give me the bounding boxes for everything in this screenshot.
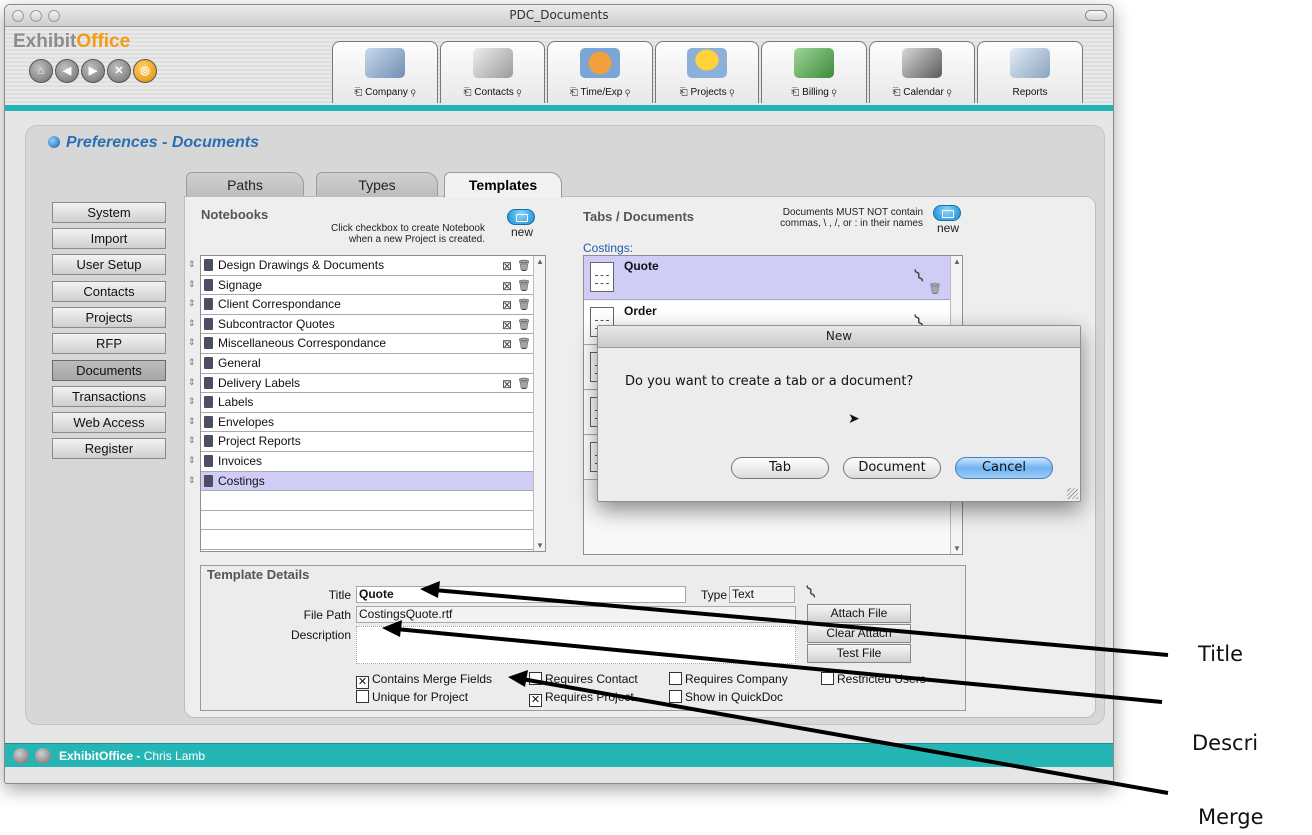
title-arrow bbox=[433, 588, 1169, 657]
annotation-merge: Merge bbox=[1198, 805, 1264, 829]
annotation-title: Title bbox=[1198, 642, 1244, 666]
title-arrowhead bbox=[420, 581, 440, 598]
tab-templates[interactable]: Templates bbox=[444, 172, 562, 198]
annotation-arrows bbox=[382, 581, 1169, 795]
merge-arrow bbox=[521, 677, 1169, 795]
annotation-description: Descri bbox=[1192, 731, 1259, 755]
description-arrow bbox=[395, 627, 1163, 704]
merge-arrowhead bbox=[508, 670, 528, 687]
description-arrowhead bbox=[382, 620, 402, 637]
